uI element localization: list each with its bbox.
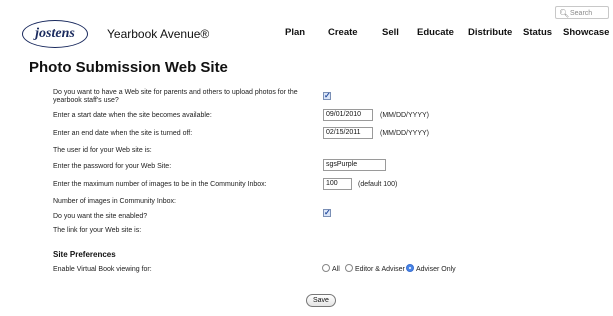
password-field[interactable]: sgsPurple — [323, 159, 386, 171]
site-link-label: The link for your Web site is: — [53, 227, 142, 234]
virtual-book-label: Enable Virtual Book viewing for: — [53, 266, 152, 273]
page-title: Photo Submission Web Site — [29, 59, 228, 76]
nav-showcase[interactable]: Showcase — [563, 27, 609, 38]
nav-status[interactable]: Status — [523, 27, 552, 38]
site-preferences-heading: Site Preferences — [53, 250, 116, 259]
nav-distribute[interactable]: Distribute — [468, 27, 512, 38]
site-enabled-checkbox[interactable]: ✓ — [323, 209, 331, 217]
save-button[interactable]: Save — [306, 294, 336, 307]
enable-site-question: Do you want to have a Web site for paren… — [53, 89, 298, 104]
top-bar: 🔍︎ Search jostens Yearbook Avenue® Plan … — [0, 0, 613, 52]
radio-editor-adviser[interactable]: Editor & Adviser — [345, 264, 405, 273]
start-date-hint: (MM/DD/YYYY) — [380, 112, 429, 119]
site-enabled-label: Do you want the site enabled? — [53, 213, 148, 220]
max-images-label: Enter the maximum number of images to be… — [53, 181, 267, 188]
search-box[interactable]: 🔍︎ Search — [555, 6, 609, 19]
jostens-logo[interactable]: jostens — [22, 20, 88, 48]
max-images-field[interactable]: 100 — [323, 178, 352, 190]
radio-all-label: All — [332, 266, 340, 273]
end-date-hint: (MM/DD/YYYY) — [380, 130, 429, 137]
nav-plan[interactable]: Plan — [285, 27, 305, 38]
max-images-hint: (default 100) — [358, 181, 398, 188]
user-id-label: The user id for your Web site is: — [53, 147, 152, 154]
nav-create[interactable]: Create — [328, 27, 358, 38]
brand-title: Yearbook Avenue® — [107, 27, 210, 41]
nav-sell[interactable]: Sell — [382, 27, 399, 38]
radio-adviser-only-label: Adviser Only — [416, 266, 456, 273]
radio-all-button[interactable] — [322, 264, 330, 272]
radio-all[interactable]: All — [322, 264, 340, 273]
nav-educate[interactable]: Educate — [417, 27, 454, 38]
start-date-field[interactable]: 09/01/2010 — [323, 109, 373, 121]
search-placeholder: Search — [570, 10, 593, 17]
image-count-label: Number of images in Community Inbox: — [53, 198, 176, 205]
radio-adviser-only-button[interactable] — [406, 264, 414, 272]
radio-editor-adviser-button[interactable] — [345, 264, 353, 272]
search-icon: 🔍︎ — [559, 9, 570, 18]
password-label: Enter the password for your Web Site: — [53, 163, 172, 170]
start-date-label: Enter a start date when the site becomes… — [53, 112, 212, 119]
end-date-label: Enter an end date when the site is turne… — [53, 130, 193, 137]
end-date-field[interactable]: 02/15/2011 — [323, 127, 373, 139]
radio-editor-adviser-label: Editor & Adviser — [355, 266, 405, 273]
enable-site-checkbox[interactable]: ✓ — [323, 92, 331, 100]
radio-adviser-only[interactable]: Adviser Only — [406, 264, 456, 273]
